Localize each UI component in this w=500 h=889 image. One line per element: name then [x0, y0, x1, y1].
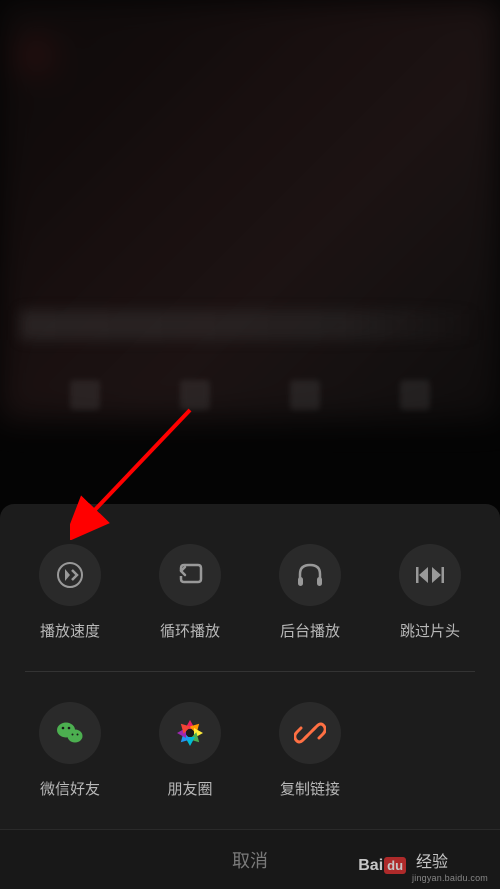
watermark-bai: Bai: [358, 857, 383, 875]
option-label: 播放速度: [40, 620, 100, 641]
cancel-label: 取消: [232, 847, 268, 873]
moments-button[interactable]: 朋友圈: [130, 702, 250, 799]
option-label: 跳过片头: [400, 620, 460, 641]
speed-icon: [39, 544, 101, 606]
headphones-icon: [279, 544, 341, 606]
option-label: 循环播放: [160, 620, 220, 641]
background-playback-button[interactable]: 后台播放: [255, 544, 365, 641]
playback-options-row: 播放速度 循环播放 后台播放: [0, 534, 500, 671]
status-bar: [0, 0, 500, 24]
option-label: 复制链接: [280, 778, 340, 799]
loop-playback-button[interactable]: 循环播放: [135, 544, 245, 641]
skip-intro-button[interactable]: 跳过片头: [375, 544, 485, 641]
watermark-url: jingyan.baidu.com: [412, 873, 488, 883]
wechat-friend-button[interactable]: 微信好友: [10, 702, 130, 799]
action-sheet: 播放速度 循环播放 后台播放: [0, 504, 500, 889]
watermark-du: du: [384, 857, 406, 874]
wechat-icon: [39, 702, 101, 764]
share-options-row: 微信好友 朋友圈: [0, 672, 500, 829]
copy-link-button[interactable]: 复制链接: [250, 702, 370, 799]
watermark: Bai du 经验 jingyan.baidu.com: [358, 848, 488, 883]
watermark-jingyan: 经验: [416, 848, 448, 872]
option-label: 微信好友: [40, 778, 100, 799]
blurred-action-row: [0, 380, 500, 420]
skip-icon: [399, 544, 461, 606]
blurred-title: [20, 310, 480, 340]
moments-icon: [159, 702, 221, 764]
playback-speed-button[interactable]: 播放速度: [15, 544, 125, 641]
option-label: 朋友圈: [167, 778, 212, 799]
loop-icon: [159, 544, 221, 606]
link-icon: [279, 702, 341, 764]
option-label: 后台播放: [280, 620, 340, 641]
